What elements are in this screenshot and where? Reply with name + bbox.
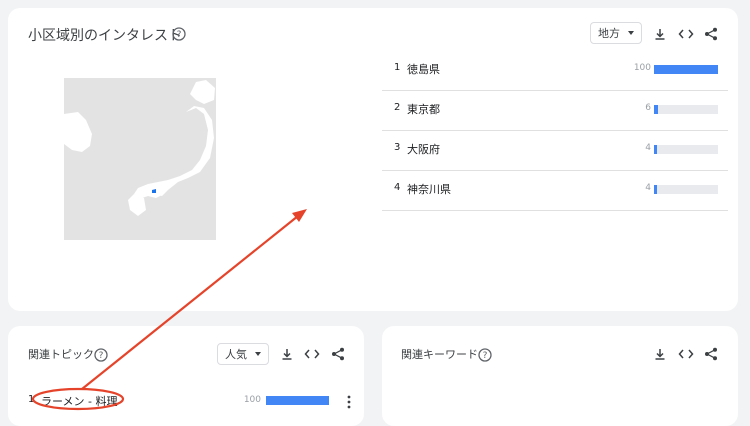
region-value: 6 [645,103,651,113]
region-name[interactable]: 神奈川県 [407,181,451,197]
related-keywords-card [382,326,738,426]
more-options-icon[interactable] [346,394,352,409]
region-value: 4 [645,183,651,193]
embed-code-icon[interactable] [677,25,695,43]
region-rank-row[interactable]: 1 徳島県 100 [382,50,728,91]
region-name[interactable]: 大阪府 [407,141,440,157]
topic-list-item[interactable]: 1 ラーメン - 料理 100 [28,390,358,410]
help-icon[interactable]: ? [478,347,492,362]
region-bar-track [654,65,718,74]
region-name[interactable]: 徳島県 [407,61,440,77]
help-icon[interactable]: ? [172,26,186,41]
region-rank-row[interactable]: 2 東京都 6 [382,90,728,131]
topic-label[interactable]: ラーメン - 料理 [41,393,118,409]
region-level-value: 地方 [598,27,620,40]
region-bar-track [654,105,718,114]
region-level-select[interactable]: 地方 [590,22,642,44]
download-icon[interactable] [651,25,669,43]
svg-text:?: ? [99,351,104,361]
help-icon[interactable]: ? [94,347,108,362]
region-bar-fill [654,145,657,154]
svg-text:?: ? [177,30,182,40]
keywords-card-title: 関連キーワード [401,348,478,361]
region-rank-row[interactable]: 4 神奈川県 4 [382,170,728,211]
topic-rank: 1 [28,394,35,405]
caret-down-icon [255,352,261,356]
region-name[interactable]: 東京都 [407,101,440,117]
embed-code-icon[interactable] [677,345,695,363]
region-value: 4 [645,143,651,153]
embed-code-icon[interactable] [303,345,321,363]
share-icon[interactable] [702,345,720,363]
related-topics-card [8,326,364,426]
share-icon[interactable] [702,25,720,43]
svg-text:?: ? [483,351,488,361]
region-rank-row[interactable]: 3 大阪府 4 [382,130,728,171]
rank-number: 2 [394,102,401,113]
rank-number: 4 [394,182,401,193]
download-icon[interactable] [651,345,669,363]
share-icon[interactable] [329,345,347,363]
region-card-title: 小区域別のインタレスト [28,28,182,44]
region-bar-track [654,185,718,194]
topic-bar-track [266,396,329,405]
caret-down-icon [628,31,634,35]
topic-bar-fill [266,396,329,405]
region-bar-track [654,145,718,154]
rank-number: 3 [394,142,401,153]
download-icon[interactable] [278,345,296,363]
region-value: 100 [633,63,651,73]
rank-number: 1 [394,62,401,73]
topics-card-title: 関連トピック [28,348,94,361]
japan-map[interactable] [64,78,216,240]
region-bar-fill [654,65,718,74]
region-bar-fill [654,105,658,114]
topic-value: 100 [243,395,261,405]
topics-sort-value: 人気 [225,348,247,361]
region-bar-fill [654,185,657,194]
topics-sort-select[interactable]: 人気 [217,343,269,365]
